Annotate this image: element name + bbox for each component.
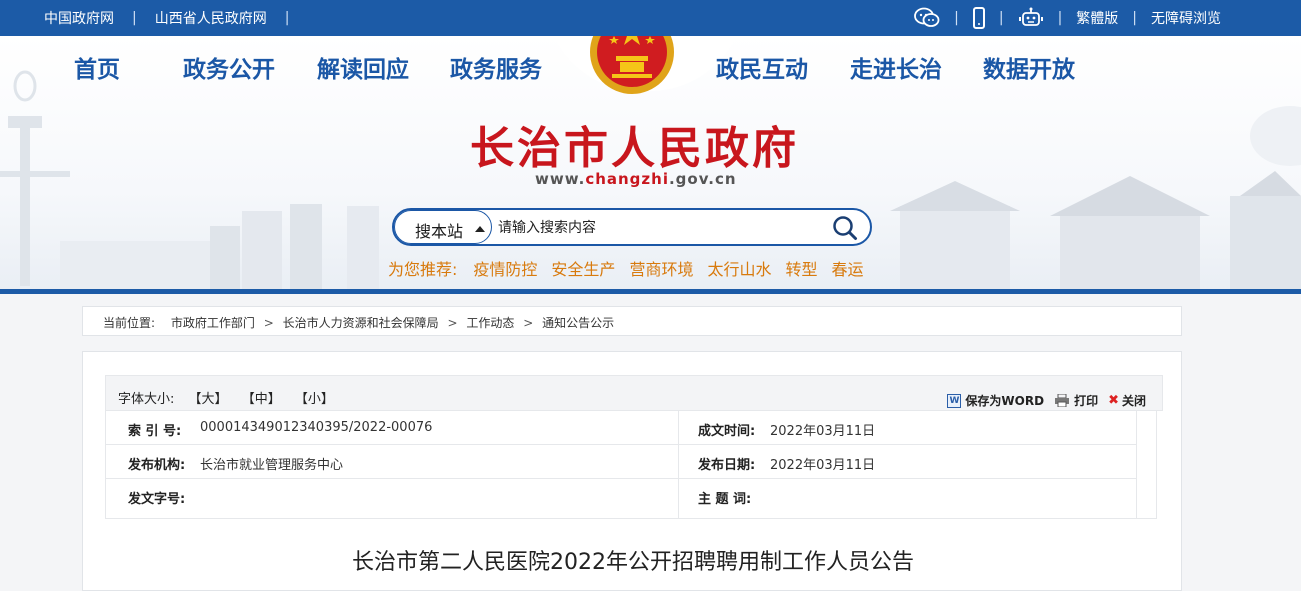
word-doc-icon: W [947,393,962,408]
divider [1136,411,1137,519]
divider: | [998,10,1004,26]
nav-interpretation[interactable]: 解读回应 [317,50,409,84]
content-panel: 字体大小: 【大】 【中】 【小】 W 保存为WORD 打印 ✖ 关闭 索 引 … [82,351,1182,591]
recommend-safety[interactable]: 安全生产 [551,256,615,280]
search-input[interactable] [498,216,818,240]
breadcrumb: 当前位置: 市政府工作部门 > 长治市人力资源和社会保障局 > 工作动态 > 通… [82,306,1182,336]
top-links: 中国政府网 | 山西省人民政府网 | [44,8,307,28]
article-title: 长治市第二人民医院2022年公开招聘聘用制工作人员公告 [352,550,914,575]
meta-row: 索 引 号: 000014349012340395/2022-00076 成文时… [106,411,1136,445]
close-icon: ✖ [1108,393,1119,408]
recommend-transform[interactable]: 转型 [785,256,817,280]
recommend-business[interactable]: 营商环境 [629,256,693,280]
breadcrumb-item[interactable]: 长治市人力资源和社会保障局 [283,316,439,330]
national-emblem-icon [590,36,674,94]
search-icon[interactable] [832,215,858,241]
divider: | [1057,10,1063,26]
article-tools: W 保存为WORD 打印 ✖ 关闭 [937,392,1146,409]
robot-icon[interactable] [1018,7,1044,29]
article-toolbar: 字体大小: 【大】 【中】 【小】 W 保存为WORD 打印 ✖ 关闭 [105,375,1163,411]
publisher-label: 发布机构: [128,458,186,473]
published-value: 2022年03月11日 [770,458,876,473]
nav-gov-services[interactable]: 政务服务 [450,50,542,84]
caret-up-icon [475,226,485,232]
font-size-medium[interactable]: 【中】 [242,392,281,407]
save-word-button[interactable]: W 保存为WORD [947,392,1044,409]
publisher-value: 长治市就业管理服务中心 [200,458,344,473]
close-button[interactable]: ✖ 关闭 [1108,392,1146,409]
divider: | [1132,10,1137,26]
wechat-icon[interactable] [914,7,940,29]
nav-interaction[interactable]: 政民互动 [716,50,808,84]
breadcrumb-item[interactable]: 工作动态 [466,316,514,330]
breadcrumb-item[interactable]: 通知公告公示 [542,316,614,330]
divider: | [132,10,137,26]
font-size-controls: 字体大小: 【大】 【中】 【小】 [118,388,344,407]
save-word-label: 保存为WORD [965,394,1045,408]
mobile-icon[interactable] [972,7,985,29]
docno-label: 发文字号: [128,492,186,507]
created-value: 2022年03月11日 [770,424,876,439]
meta-row: 发文字号: 主 题 词: [106,479,1136,513]
published-label: 发布日期: [698,458,756,473]
document-meta-table: 索 引 号: 000014349012340395/2022-00076 成文时… [105,411,1157,519]
divider: | [954,10,959,26]
search-scope-select[interactable]: 搜本站 [394,210,492,244]
url-suffix: .gov.cn [668,170,737,188]
site-title: 长治市人民政府 [470,123,799,174]
recommend-bar: 为您推荐: 疫情防控 安全生产 营商环境 太行山水 转型 春运 [388,256,878,280]
index-value: 000014349012340395/2022-00076 [200,420,433,435]
printer-icon [1055,394,1070,407]
recommend-spring-travel[interactable]: 春运 [831,256,863,280]
index-label: 索 引 号: [128,424,182,439]
search-scope-label: 搜本站 [415,222,464,241]
url-brand: changzhi [585,170,669,188]
subject-label: 主 题 词: [698,492,752,507]
accessible-browse-link[interactable]: 无障碍浏览 [1151,8,1221,28]
nav-open-data[interactable]: 数据开放 [983,50,1075,84]
recommend-taihang[interactable]: 太行山水 [707,256,771,280]
nav-gov-affairs-open[interactable]: 政务公开 [183,50,275,84]
recommend-label: 为您推荐: [388,260,458,279]
nav-about-city[interactable]: 走进长治 [850,50,942,84]
chevron-right-icon: > [447,316,458,330]
divider [678,411,679,519]
link-china-gov[interactable]: 中国政府网 [44,8,114,28]
divider: | [284,10,290,26]
recommend-epidemic[interactable]: 疫情防控 [473,256,537,280]
link-shanxi-gov[interactable]: 山西省人民政府网 [155,8,267,28]
url-prefix: www. [535,170,586,188]
site-header: 首页 政务公开 解读回应 政务服务 政民互动 走进长治 数据开放 长治市人民政府… [0,36,1301,294]
top-bar: 中国政府网 | 山西省人民政府网 | | | | 繁體版 | 无障碍浏览 [0,0,1301,36]
print-label: 打印 [1074,394,1099,408]
meta-row: 发布机构: 长治市就业管理服务中心 发布日期: 2022年03月11日 [106,445,1136,479]
created-label: 成文时间: [698,424,756,439]
chevron-right-icon: > [523,316,534,330]
top-tools: | | | 繁體版 | 无障碍浏览 [914,5,1221,31]
search-box: 搜本站 [392,208,872,246]
site-url: www.changzhi.gov.cn [535,170,737,188]
breadcrumb-item[interactable]: 市政府工作部门 [171,316,255,330]
breadcrumb-label: 当前位置: [103,316,156,330]
close-label: 关闭 [1121,394,1146,408]
traditional-chinese-link[interactable]: 繁體版 [1076,8,1118,28]
font-size-small[interactable]: 【小】 [295,392,334,407]
font-size-label: 字体大小: [118,392,175,407]
header-divider [0,289,1301,294]
chevron-right-icon: > [263,316,274,330]
nav-home[interactable]: 首页 [74,50,120,84]
print-button[interactable]: 打印 [1054,392,1098,409]
font-size-large[interactable]: 【大】 [189,392,228,407]
